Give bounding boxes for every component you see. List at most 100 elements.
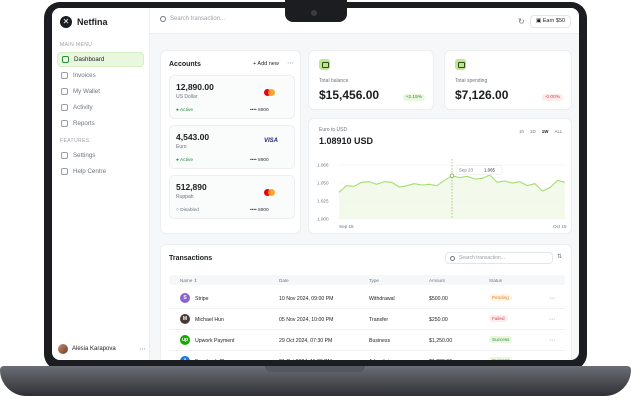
more-icon[interactable]: ⋯ [287,59,294,67]
tx-type: Advertising [369,359,395,360]
more-icon[interactable]: ⋯ [139,345,146,353]
sidebar-item-dashboard[interactable]: Dashboard [57,52,144,67]
nav-section-main: MAIN MENU [60,42,93,48]
account-item[interactable]: 4,543.00 Euro ● Active VISA •••• 8900 [169,125,295,169]
wallet-icon [61,88,68,95]
range-selector: 1h 1D 1W ALL [519,129,563,134]
range-1w[interactable]: 1W [542,129,549,134]
transactions-card: Transactions Search transaction... ⇅ Nam… [160,244,572,360]
stat-card-spending: Total spending $7,126.00 -0.00% [444,50,572,110]
sidebar-item-reports[interactable]: Reports [57,116,144,131]
x-tick-label: Sep 15 [339,224,354,229]
stat-badge: +2.15% [402,94,425,101]
range-1d[interactable]: 1D [530,129,536,134]
stat-value: $7,126.00 [455,88,509,102]
col-amount[interactable]: Amount [429,278,445,283]
user-name: Alesia Karapova [72,346,116,352]
y-tick-label: 1.050 [317,181,329,186]
sort-icon[interactable]: ⇅ [557,253,562,260]
brand[interactable]: ✕ Netfina [52,8,149,36]
account-amount: 4,543.00 [176,132,210,142]
account-amount: 12,890.00 [176,82,214,92]
account-status: ● Active [176,158,194,163]
y-tick-label: 1.025 [317,199,329,204]
account-status: ○ Disabled [176,208,199,213]
exchange-chart-card: 1.066 1.050 1.025 1.000 Sep 15 Oct 15 Sep 23 1.… [308,118,572,234]
activity-icon [61,104,68,111]
tx-type: Withdrawal [369,296,395,302]
sidebar-item-label: Invoices [73,72,96,79]
sidebar-item-settings[interactable]: Settings [57,148,144,163]
highlight-point[interactable] [449,173,455,178]
nav-section-features: FEATURES [60,138,90,144]
sidebar-item-label: Dashboard [74,56,105,63]
stat-badge: -0.00% [541,94,563,101]
table-row[interactable]: M Michael Hun 05 Nov 2024, 10:00 PM Transfe… [169,310,565,330]
tx-amount: $1,250.00 [429,338,453,344]
tx-type: Transfer [369,317,389,323]
card-number: •••• 8900 [250,208,269,213]
account-status-label: Active [179,158,194,163]
col-date[interactable]: Date [279,278,289,283]
stat-value: $15,456.00 [319,88,380,102]
search-icon [450,256,455,261]
range-all[interactable]: ALL [555,129,563,134]
tx-name: Stripe [195,296,209,302]
series-area [339,175,565,219]
status-badge: Failed [489,315,508,322]
status-badge: Success [489,357,513,360]
sidebar-item-label: Reports [73,120,95,127]
tx-amount: $250.00 [429,317,448,323]
status-badge: Pending [489,294,512,301]
sidebar: ✕ Netfina MAIN MENU Dashboard Invoices M… [52,8,150,360]
col-name[interactable]: Name ⇕ [180,278,197,284]
gift-icon: ▣ [536,18,543,24]
card-number: •••• 8900 [250,108,269,113]
transaction-search-input[interactable]: Search transaction... [445,252,553,264]
table-header: Name ⇕ Date Type Amount Status [169,275,565,285]
transactions-title: Transactions [169,255,213,262]
sidebar-item-wallet[interactable]: My Wallet [57,84,144,99]
merchant-icon: f [180,356,190,360]
account-currency: US Dollar [176,94,198,100]
search-input[interactable]: Search transaction... [160,16,225,22]
y-tick-label: 1.000 [317,217,329,222]
table-row[interactable]: S Stripe 10 Nov 2024, 09:00 PM Withdrawal $5… [169,289,565,309]
laptop-opening-lip [265,366,365,372]
more-icon[interactable]: ⋯ [549,295,555,302]
sidebar-item-label: Help Centre [73,168,107,175]
col-type[interactable]: Type [369,278,379,283]
user-profile[interactable]: Alesia Karapova ⋯ [58,342,146,356]
sidebar-item-invoices[interactable]: Invoices [57,68,144,83]
add-account-button[interactable]: + Add new [253,61,279,67]
accounts-title: Accounts [169,61,201,68]
table-row[interactable]: up Upwork Payment 29 Oct 2024, 07:30 PM Bus… [169,331,565,351]
accounts-card: Accounts + Add new ⋯ 12,890.00 US Dollar… [160,50,301,234]
refresh-icon[interactable]: ↻ [518,17,525,26]
account-item[interactable]: 512,890 Ruppah ○ Disabled •••• 8900 [169,175,295,219]
tx-amount: $500.00 [429,296,448,302]
more-icon[interactable]: ⋯ [549,337,555,344]
wallet-icon [319,59,330,70]
tooltip-value: 1.065 [484,168,496,173]
table-row[interactable]: f Facebook Charge 21 Oct 2024, 11:20 PM Adv… [169,352,565,360]
logo-icon: ✕ [60,16,72,28]
tx-type: Business [369,338,391,344]
account-item[interactable]: 12,890.00 US Dollar ● Active •••• 8900 [169,75,295,119]
more-icon[interactable]: ⋯ [549,316,555,323]
app-screen: ✕ Netfina MAIN MENU Dashboard Invoices M… [52,8,579,360]
earn-button[interactable]: ▣ Earn $50 [530,15,572,28]
invoice-icon [61,72,68,79]
topbar: Search transaction... ↻ ▣ Earn $50 [150,8,579,34]
range-1h[interactable]: 1h [519,129,524,134]
more-icon[interactable]: ⋯ [549,358,555,360]
merchant-icon: M [180,314,190,324]
sidebar-item-help[interactable]: Help Centre [57,164,144,179]
card-number: •••• 8900 [250,158,269,163]
sidebar-item-label: My Wallet [73,88,100,95]
sidebar-item-activity[interactable]: Activity [57,100,144,115]
col-status[interactable]: Status [489,278,502,283]
tx-name: Upwork Payment [195,338,235,344]
merchant-icon: S [180,293,190,303]
visa-icon: VISA [263,138,278,144]
